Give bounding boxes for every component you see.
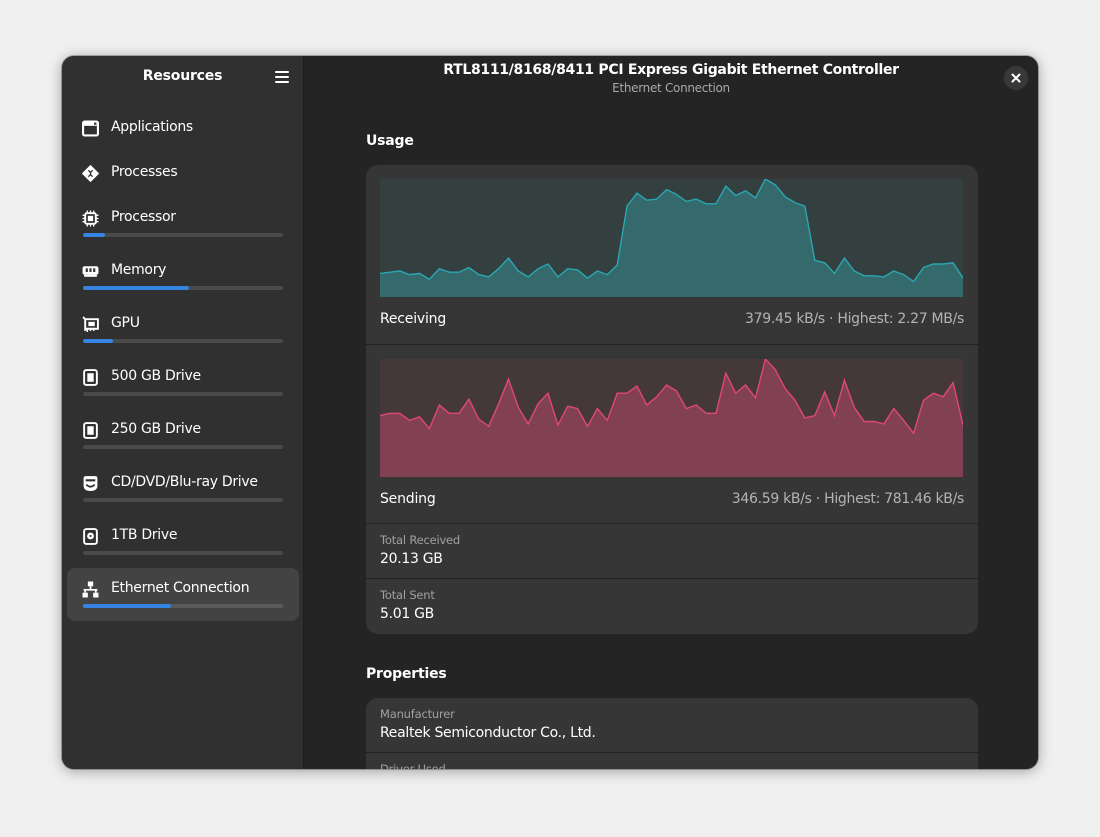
usage-section-title: Usage [366, 133, 414, 149]
main-content: RTL8111/8168/8411 PCI Express Gigabit Et… [304, 56, 1038, 769]
processor-chip-icon [82, 210, 99, 227]
total-received-value: 20.13 GB [380, 551, 443, 567]
app-window: Resources Applications Processes Process… [62, 56, 1038, 769]
sending-graph [380, 359, 963, 477]
usage-bar-fill [83, 339, 113, 343]
usage-bar [83, 392, 283, 396]
sidebar-item-label: 250 GB Drive [111, 421, 201, 437]
network-wired-icon [82, 581, 99, 598]
sidebar-item-processor[interactable]: Processor [67, 197, 299, 250]
usage-bar-fill [83, 604, 171, 608]
page-title: RTL8111/8168/8411 PCI Express Gigabit Et… [443, 62, 899, 78]
driver-used-row: Driver Used [366, 753, 978, 769]
sidebar-item-applications[interactable]: Applications [67, 107, 299, 152]
manufacturer-value: Realtek Semiconductor Co., Ltd. [380, 725, 596, 741]
usage-bar-fill [83, 233, 105, 237]
sidebar-item-label: CD/DVD/Blu-ray Drive [111, 474, 258, 490]
total-received-row: Total Received 20.13 GB [366, 524, 978, 579]
sidebar-title: Resources [142, 68, 223, 84]
total-sent-label: Total Sent [380, 588, 435, 602]
sidebar-item-label: 500 GB Drive [111, 368, 201, 384]
receiving-row: Receiving 379.45 kB/s · Highest: 2.27 MB… [366, 165, 978, 345]
usage-bar [83, 498, 283, 502]
usage-bar [83, 339, 283, 343]
total-sent-row: Total Sent 5.01 GB [366, 579, 978, 634]
sending-row: Sending 346.59 kB/s · Highest: 781.46 kB… [366, 345, 978, 524]
processes-icon [82, 165, 99, 182]
sidebar-item-ethernet-connection[interactable]: Ethernet Connection [67, 568, 299, 621]
sidebar-item-optical-drive[interactable]: CD/DVD/Blu-ray Drive [67, 462, 299, 515]
receiving-label: Receiving [380, 311, 447, 327]
memory-module-icon [82, 266, 99, 277]
sidebar-item-label: Processor [111, 209, 176, 225]
application-window-icon [82, 120, 99, 137]
sidebar-item-1tb-drive[interactable]: 1TB Drive [67, 515, 299, 568]
sidebar-item-label: Memory [111, 262, 167, 278]
manufacturer-label: Manufacturer [380, 707, 455, 721]
drive-icon [83, 369, 98, 386]
sidebar-header: Resources [62, 56, 303, 100]
sending-label: Sending [380, 491, 436, 507]
usage-bar [83, 604, 283, 608]
sidebar-item-processes[interactable]: Processes [67, 152, 299, 197]
total-sent-value: 5.01 GB [380, 606, 434, 622]
close-icon [1011, 73, 1021, 83]
sending-value: 346.59 kB/s · Highest: 781.46 kB/s [731, 491, 965, 507]
sidebar-item-label: 1TB Drive [111, 527, 178, 543]
sidebar-item-250gb-drive[interactable]: 250 GB Drive [67, 409, 299, 462]
sidebar-item-label: Ethernet Connection [111, 580, 250, 596]
sidebar-nav: Applications Processes Processor Memory … [67, 107, 299, 621]
optical-drive-icon [83, 476, 98, 491]
manufacturer-row: Manufacturer Realtek Semiconductor Co., … [366, 698, 978, 753]
properties-section-title: Properties [366, 666, 447, 682]
sidebar-item-500gb-drive[interactable]: 500 GB Drive [67, 356, 299, 409]
sidebar-item-gpu[interactable]: GPU [67, 303, 299, 356]
hamburger-menu-icon[interactable] [275, 70, 289, 84]
driver-used-label: Driver Used [380, 762, 446, 769]
sidebar-item-label: GPU [111, 315, 140, 331]
usage-card: Receiving 379.45 kB/s · Highest: 2.27 MB… [366, 165, 978, 634]
sidebar-item-memory[interactable]: Memory [67, 250, 299, 303]
drive-icon [83, 422, 98, 439]
sidebar: Resources Applications Processes Process… [62, 56, 304, 769]
page-subtitle: Ethernet Connection [612, 81, 730, 95]
gpu-card-icon [82, 316, 99, 332]
hard-disk-icon [83, 528, 98, 545]
total-received-label: Total Received [380, 533, 461, 547]
close-button[interactable] [1004, 66, 1028, 90]
usage-bar [83, 551, 283, 555]
usage-bar [83, 286, 283, 290]
sidebar-item-label: Applications [111, 119, 193, 135]
receiving-value: 379.45 kB/s · Highest: 2.27 MB/s [745, 311, 964, 327]
sidebar-item-label: Processes [111, 164, 178, 180]
usage-bar [83, 233, 283, 237]
usage-bar [83, 445, 283, 449]
receiving-graph [380, 179, 963, 297]
properties-card: Manufacturer Realtek Semiconductor Co., … [366, 698, 978, 769]
usage-bar-fill [83, 286, 189, 290]
